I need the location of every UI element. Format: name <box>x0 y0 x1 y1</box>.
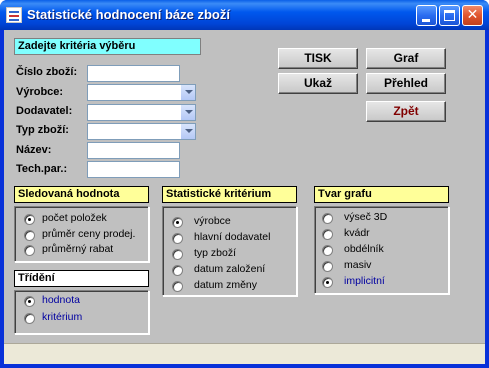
window-title: Statistické hodnocení báze zboží <box>27 7 230 22</box>
field-label-vyrobce: Výrobce: <box>16 86 64 98</box>
vyrobce-combo[interactable] <box>87 84 196 101</box>
option-label[interactable]: výrobce <box>194 215 231 227</box>
radio-datum-zmeny[interactable] <box>172 281 183 292</box>
option-label[interactable]: datum založení <box>194 263 265 275</box>
radio-kriterium[interactable] <box>24 313 35 324</box>
radio-vysec-3d[interactable] <box>322 213 333 224</box>
radio-prumer-ceny[interactable] <box>24 230 35 241</box>
chevron-down-icon[interactable] <box>180 85 195 100</box>
prehled-button[interactable]: Přehled <box>366 73 446 94</box>
radio-implicitni[interactable] <box>322 277 333 288</box>
typ-zbozi-combo[interactable] <box>87 123 196 140</box>
field-label-cislo: Číslo zboží: <box>16 66 78 78</box>
nazev-input[interactable] <box>87 142 180 159</box>
field-label-nazev: Název: <box>16 144 52 156</box>
field-label-dodavatel: Dodavatel: <box>16 105 73 117</box>
maximize-icon <box>444 10 455 21</box>
field-label-techpar: Tech.par.: <box>16 163 68 175</box>
option-label[interactable]: implicitní <box>344 275 385 287</box>
status-bar <box>4 343 485 364</box>
tisk-button[interactable]: TISK <box>278 48 358 69</box>
radio-pocet-polozek[interactable] <box>24 214 35 225</box>
ukaz-button[interactable]: Ukaž <box>278 73 358 94</box>
close-icon: ✕ <box>466 7 479 23</box>
zpet-button[interactable]: Zpět <box>366 101 446 122</box>
radio-masiv[interactable] <box>322 261 333 272</box>
option-label[interactable]: hodnota <box>42 294 80 306</box>
option-label[interactable]: obdélník <box>344 243 384 255</box>
app-window: Statistické hodnocení báze zboží ✕ Zadej… <box>0 0 489 368</box>
radio-datum-zalozeni[interactable] <box>172 265 183 276</box>
tech-par-input[interactable] <box>87 161 180 178</box>
radio-hodnota[interactable] <box>24 296 35 307</box>
radio-prumerny-rabat[interactable] <box>24 245 35 256</box>
cislo-zbozi-input[interactable] <box>87 65 180 82</box>
radio-obdelnik[interactable] <box>322 245 333 256</box>
option-label[interactable]: hlavní dodavatel <box>194 231 270 243</box>
option-label[interactable]: kritérium <box>42 311 82 323</box>
statisticke-header: Statistické kritérium <box>162 186 297 203</box>
dodavatel-combo[interactable] <box>87 104 196 121</box>
app-form-icon[interactable] <box>6 7 22 23</box>
minimize-icon <box>422 19 430 22</box>
option-label[interactable]: výseč 3D <box>344 211 387 223</box>
option-label[interactable]: kvádr <box>344 227 370 239</box>
radio-typ-zbozi[interactable] <box>172 249 183 260</box>
radio-hlavni-dodavatel[interactable] <box>172 233 183 244</box>
field-label-typ: Typ zboží: <box>16 124 69 136</box>
chevron-down-icon[interactable] <box>180 105 195 120</box>
sledovana-header: Sledovaná hodnota <box>14 186 149 203</box>
minimize-button[interactable] <box>416 5 437 26</box>
tvar-grafu-header: Tvar grafu <box>314 186 449 203</box>
option-label[interactable]: průměr ceny prodej. <box>42 228 135 240</box>
radio-vyrobce[interactable] <box>172 217 183 228</box>
option-label[interactable]: datum změny <box>194 279 257 291</box>
option-label[interactable]: typ zboží <box>194 247 236 259</box>
title-bar[interactable]: Statistické hodnocení báze zboží ✕ <box>0 0 489 30</box>
chevron-down-icon[interactable] <box>180 124 195 139</box>
option-label[interactable]: masiv <box>344 259 371 271</box>
radio-kvadr[interactable] <box>322 229 333 240</box>
close-button[interactable]: ✕ <box>462 5 483 26</box>
option-label[interactable]: počet položek <box>42 212 107 224</box>
option-label[interactable]: průměrný rabat <box>42 243 113 255</box>
graf-button[interactable]: Graf <box>366 48 446 69</box>
form-client-area: Zadejte kritéria výběru Číslo zboží: Výr… <box>4 30 485 364</box>
criteria-header: Zadejte kritéria výběru <box>14 38 201 55</box>
maximize-button[interactable] <box>439 5 460 26</box>
trideni-header: Třídění <box>14 270 149 287</box>
